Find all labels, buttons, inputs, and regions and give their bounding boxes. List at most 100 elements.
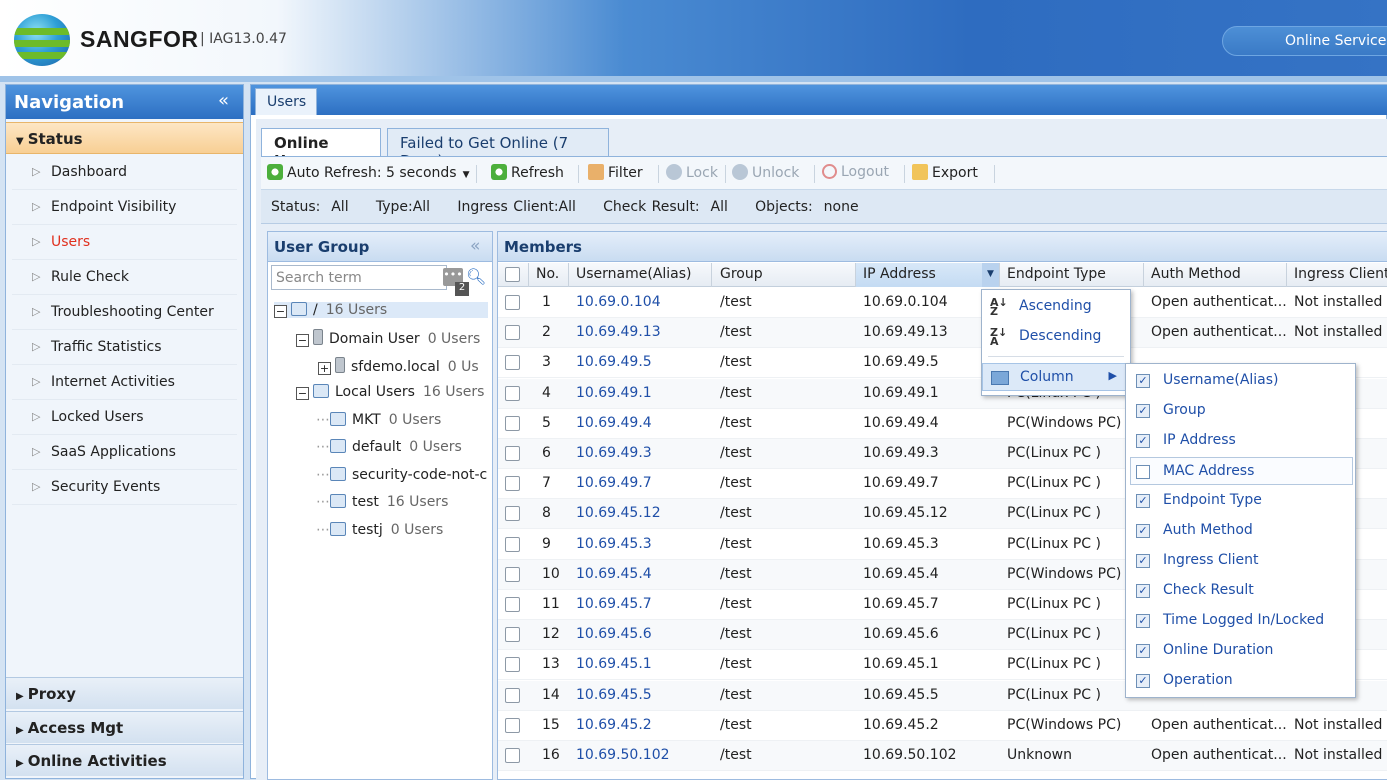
tab-users[interactable]: Users — [255, 88, 317, 115]
checked-checkbox-icon[interactable]: ✓ — [1136, 554, 1150, 568]
tree-node-default[interactable]: ⋯ default 0 Users — [316, 439, 462, 455]
select-all-checkbox[interactable] — [505, 267, 520, 282]
username-link[interactable]: 10.69.45.1 — [576, 656, 652, 672]
checkbox[interactable] — [505, 385, 520, 401]
column-header-auth-method[interactable]: Auth Method — [1151, 266, 1241, 282]
row-checkbox[interactable] — [505, 506, 520, 525]
row-checkbox[interactable] — [505, 566, 520, 586]
username-link[interactable]: 10.69.49.4 — [576, 415, 652, 431]
column-header-no[interactable]: No. — [536, 266, 559, 282]
username-link[interactable]: 10.69.49.1 — [576, 385, 652, 401]
checkbox[interactable] — [505, 657, 520, 673]
refresh-button[interactable]: Refresh — [491, 164, 564, 181]
checked-checkbox-icon[interactable]: ✓ — [1136, 524, 1150, 538]
row-checkbox[interactable] — [505, 325, 520, 344]
tree-node-root[interactable]: −/16 Users — [274, 302, 488, 318]
username-link[interactable]: 10.69.45.2 — [576, 717, 652, 733]
logout-button[interactable]: Logout — [822, 164, 889, 180]
username-link[interactable]: 10.69.49.5 — [576, 354, 652, 370]
tree-node-testj[interactable]: ⋯ testj 0 Users — [316, 522, 443, 538]
tree-node-sfdemo-local[interactable]: + sfdemo.local 0 Us — [318, 357, 479, 375]
checkbox[interactable] — [505, 627, 520, 643]
username-link[interactable]: 10.69.49.7 — [576, 475, 652, 491]
auto-refresh-dropdown[interactable]: Auto Refresh: 5 seconds ▼ — [267, 164, 470, 181]
column-toggle-item[interactable]: ✓ IP Address — [1126, 427, 1355, 455]
tree-node-mkt[interactable]: ⋯ MKT 0 Users — [316, 412, 441, 428]
nav-item-locked-users[interactable]: ▷ Locked Users — [12, 400, 237, 435]
checkbox[interactable] — [505, 355, 520, 371]
table-row[interactable]: 1 10.69.0.104/test 10.69.0.104 Open authent… — [498, 288, 1387, 318]
checked-checkbox-icon[interactable]: ✓ — [1136, 374, 1150, 388]
column-header-endpoint-type[interactable]: Endpoint Type — [1007, 266, 1106, 282]
column-header-group[interactable]: Group — [720, 266, 763, 282]
export-button[interactable]: Export — [912, 164, 978, 181]
row-checkbox[interactable] — [505, 717, 520, 737]
column-toggle-item[interactable]: ✓ Username(Alias) — [1126, 367, 1355, 395]
nav-item-internet-activities[interactable]: ▷ Internet Activities — [12, 365, 237, 400]
nav-item-saas-applications[interactable]: ▷ SaaS Applications — [12, 435, 237, 470]
checked-checkbox-icon[interactable]: ✓ — [1136, 674, 1150, 688]
row-checkbox[interactable] — [505, 748, 520, 767]
checked-checkbox-icon[interactable]: ✓ — [1136, 434, 1150, 448]
checked-checkbox-icon[interactable]: ✓ — [1136, 584, 1150, 598]
row-checkbox[interactable] — [505, 446, 520, 465]
nav-section-proxy[interactable]: ▶ Proxy — [6, 677, 243, 709]
online-service-button[interactable]: Online Service — [1222, 26, 1387, 56]
tab-online-users[interactable]: Online Users — [261, 128, 381, 170]
username-link[interactable]: 10.69.45.7 — [576, 596, 652, 612]
checkbox[interactable] — [505, 566, 520, 582]
nav-section-access-mgt[interactable]: ▶ Access Mgt — [6, 711, 243, 743]
username-link[interactable]: 10.69.0.104 — [576, 294, 661, 310]
row-checkbox[interactable] — [505, 295, 520, 314]
column-toggle-item[interactable]: ✓ Endpoint Type — [1126, 487, 1355, 515]
tree-node-test[interactable]: ⋯ test 16 Users — [316, 494, 448, 510]
nav-item-dashboard[interactable]: ▷ Dashboard — [12, 155, 237, 190]
column-toggle-item[interactable]: ✓ Auth Method — [1126, 517, 1355, 545]
nav-section-status[interactable]: ▼ Status — [6, 122, 243, 154]
row-checkbox[interactable] — [505, 597, 520, 616]
column-header-ip-address[interactable]: IP Address — [863, 266, 936, 282]
tree-node-domain-user[interactable]: − Domain User 0 Users — [296, 329, 480, 347]
checkbox[interactable] — [505, 717, 520, 733]
checked-checkbox-icon[interactable]: ✓ — [1136, 494, 1150, 508]
column-header-username[interactable]: Username(Alias) — [576, 266, 692, 282]
tree-node-local-users[interactable]: − Local Users 16 Users — [296, 384, 484, 400]
nav-item-troubleshooting-center[interactable]: ▷ Troubleshooting Center — [12, 295, 237, 330]
row-checkbox[interactable] — [505, 415, 520, 435]
filter-button[interactable]: Filter — [588, 164, 643, 181]
row-checkbox[interactable] — [505, 385, 520, 405]
checkbox[interactable] — [505, 748, 520, 763]
username-link[interactable]: 10.69.45.12 — [576, 505, 661, 521]
checkbox[interactable] — [505, 687, 520, 703]
checkbox[interactable] — [505, 325, 520, 341]
nav-item-traffic-statistics[interactable]: ▷ Traffic Statistics — [12, 330, 237, 365]
column-toggle-item[interactable]: ✓ Operation — [1126, 667, 1355, 695]
column-toggle-item[interactable]: ✓ MAC Address — [1130, 457, 1353, 485]
nav-section-online-activities[interactable]: ▶ Online Activities — [6, 744, 243, 776]
row-checkbox[interactable] — [505, 476, 520, 495]
username-link[interactable]: 10.69.49.13 — [576, 324, 661, 340]
table-row[interactable]: 16 10.69.50.102/test 10.69.50.102 Unknown Op… — [498, 741, 1387, 771]
table-row[interactable]: 15 10.69.45.2/test 10.69.45.2 PC(Windows PC… — [498, 711, 1387, 741]
username-link[interactable]: 10.69.49.3 — [576, 445, 652, 461]
checkbox[interactable] — [505, 536, 520, 552]
checkbox[interactable] — [505, 446, 520, 461]
collapse-nav-icon[interactable]: « — [218, 90, 229, 111]
tree-node-security-code[interactable]: ⋯ security-code-not-c — [316, 467, 492, 483]
column-submenu-item[interactable]: Column ▶ — [982, 363, 1130, 391]
column-toggle-item[interactable]: ✓ Ingress Client — [1126, 547, 1355, 575]
lock-button[interactable]: Lock — [666, 164, 718, 181]
tab-failed-to-get-online[interactable]: Failed to Get Online (7 Days) — [387, 128, 609, 170]
column-toggle-item[interactable]: ✓ Group — [1126, 397, 1355, 425]
sort-descending-item[interactable]: Z↓ A Descending — [982, 323, 1130, 351]
checked-checkbox-icon[interactable]: ✓ — [1136, 404, 1150, 418]
checkbox[interactable] — [505, 295, 520, 310]
nav-item-rule-check[interactable]: ▷ Rule Check — [12, 260, 237, 295]
unlock-button[interactable]: Unlock — [732, 164, 799, 181]
checkbox[interactable] — [505, 597, 520, 612]
row-checkbox[interactable] — [505, 627, 520, 646]
sort-ascending-item[interactable]: A↓ Z Ascending — [982, 293, 1130, 321]
nav-item-users[interactable]: ▷ Users — [12, 225, 237, 260]
row-checkbox[interactable] — [505, 687, 520, 707]
table-row[interactable]: 2 10.69.49.13/test 10.69.49.13 Open authent… — [498, 318, 1387, 349]
